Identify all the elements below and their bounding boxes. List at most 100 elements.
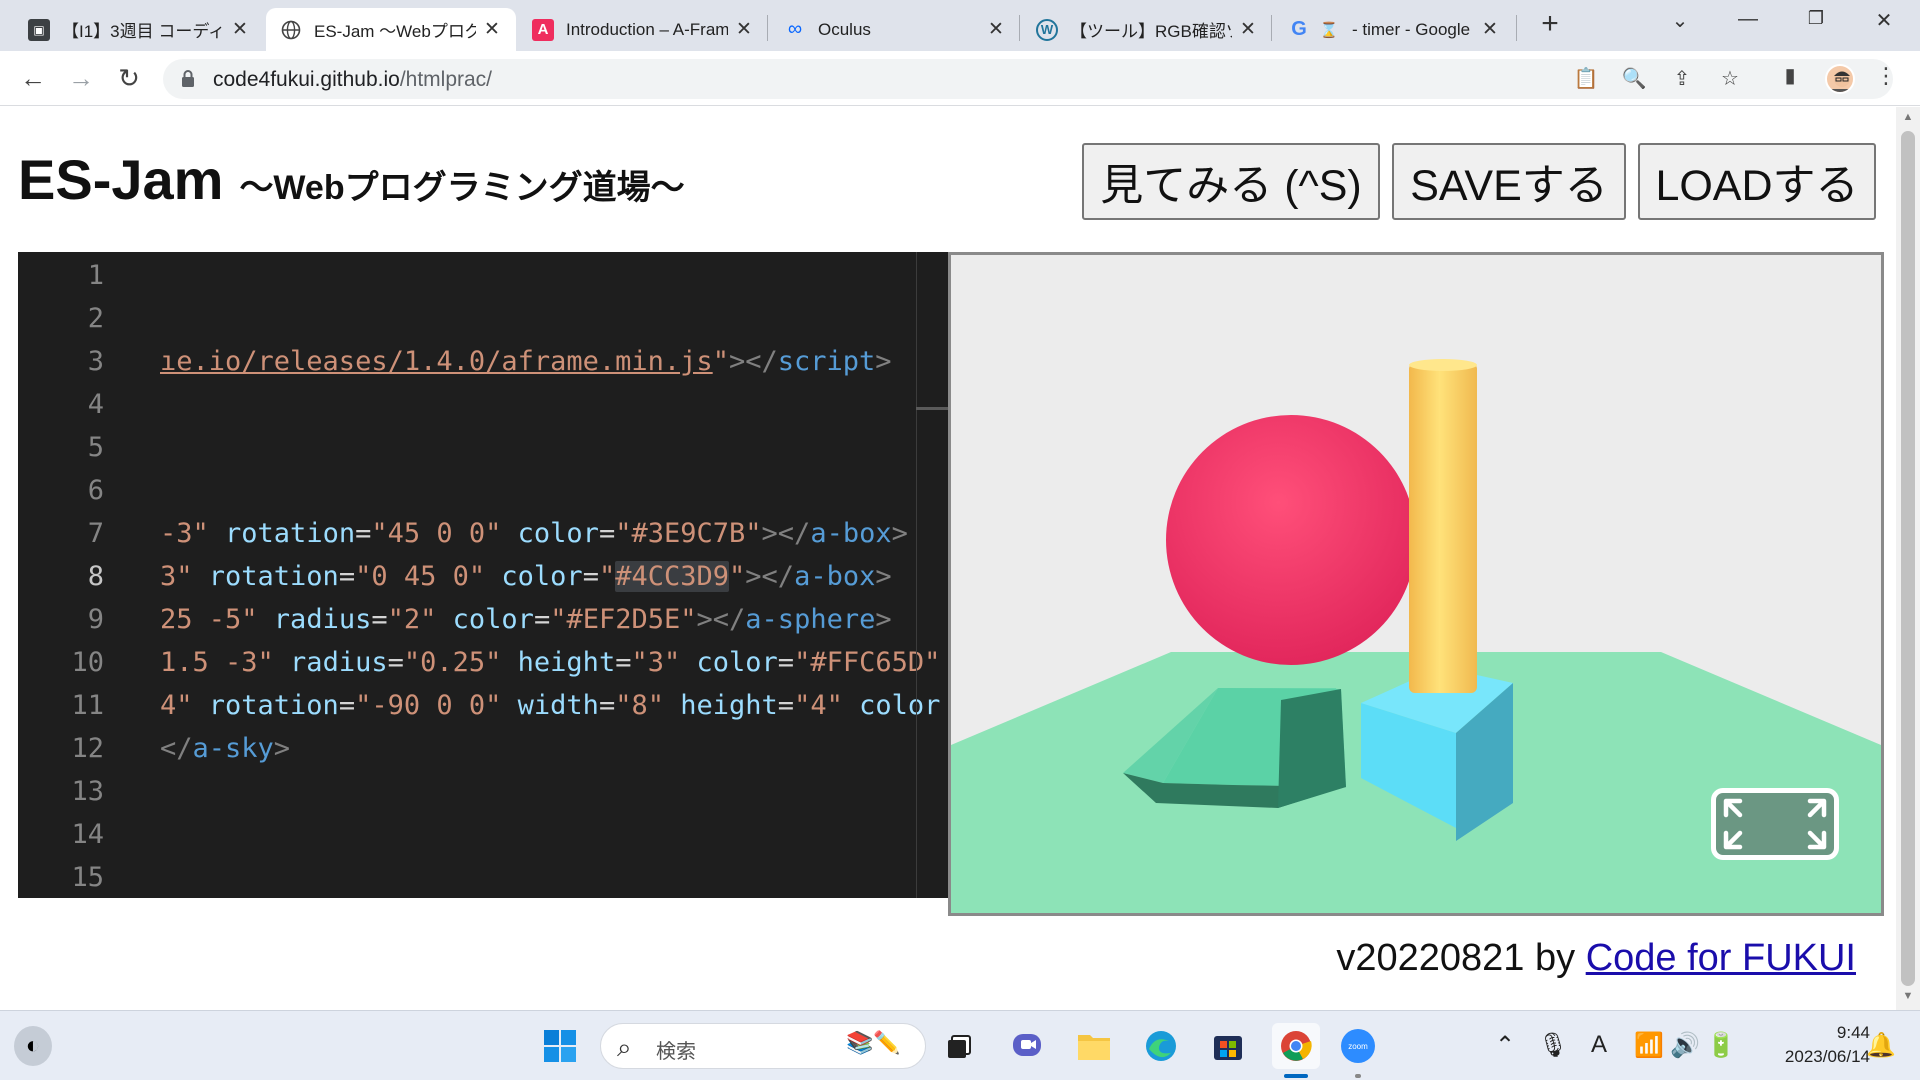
clock-time: 9:44	[1836, 1023, 1870, 1042]
close-icon[interactable]: ✕	[1238, 18, 1258, 41]
page-content: ES-Jam 〜Webプログラミング道場〜 見てみる (^S) SAVEする LO…	[0, 107, 1896, 1010]
code-token: 3"	[160, 561, 193, 592]
tab-oculus[interactable]: ∞ Oculus ✕	[770, 8, 1020, 51]
battery-icon[interactable]: 🔋	[1706, 1031, 1736, 1060]
minimize-icon[interactable]: —	[1728, 8, 1768, 38]
line-number: 4	[87, 389, 104, 420]
chrome-icon[interactable]	[1272, 1023, 1320, 1069]
line-number: 11	[71, 690, 104, 721]
more-menu-icon[interactable]: ⋮	[1875, 63, 1897, 93]
tab-aframe[interactable]: A Introduction – A-Frame ✕	[518, 8, 768, 51]
code-line[interactable]: 3" rotation="0 45 0" color="#4CC3D9"></a…	[160, 561, 892, 592]
code-line[interactable]: 4" rotation="-90 0 0" width="8" height="…	[160, 690, 940, 721]
search-icon: ⌕	[617, 1032, 632, 1062]
close-window-icon[interactable]: ✕	[1864, 8, 1904, 38]
volume-icon[interactable]: 🔊	[1670, 1031, 1700, 1060]
code-line[interactable]: -3" rotation="45 0 0" color="#3E9C7B"></…	[160, 518, 908, 549]
store-icon[interactable]	[1208, 1026, 1248, 1066]
back-arrow-icon[interactable]: ←	[18, 64, 48, 94]
close-icon[interactable]: ✕	[986, 18, 1006, 41]
page-subtitle: 〜Webプログラミング道場〜	[239, 169, 685, 207]
tab-separator	[767, 15, 768, 41]
code-token: "0.25"	[403, 647, 502, 678]
tab-label: 【I1】3週目 コーディング	[62, 22, 224, 41]
tab-search-chevron-icon[interactable]: ⌄	[1660, 8, 1700, 38]
profile-avatar[interactable]	[1825, 64, 1855, 94]
browser-tab-strip: ▣ 【I1】3週目 コーディング ✕ ES-Jam 〜Webプログラミング道場〜…	[0, 0, 1920, 51]
share-icon[interactable]: ⇪	[1669, 67, 1695, 93]
task-view-icon[interactable]	[940, 1026, 980, 1066]
view-button[interactable]: 見てみる (^S)	[1082, 143, 1380, 220]
browser-toolbar: ← → ↻ code4fukui.github.io/htmlprac/ 📋 🔍…	[0, 51, 1920, 106]
close-icon[interactable]: ✕	[734, 18, 754, 41]
lock-icon	[182, 70, 194, 87]
scroll-down-arrow-icon[interactable]: ▼	[1900, 990, 1916, 1006]
version-text: v20220821 by	[1336, 937, 1586, 979]
windows-start-icon[interactable]	[540, 1026, 580, 1066]
code-line[interactable]: ıe.io/releases/1.4.0/aframe.min.js"></sc…	[160, 346, 892, 377]
clipboard-icon[interactable]: 📋	[1573, 67, 1599, 93]
bookmark-star-icon[interactable]: ☆	[1717, 67, 1743, 93]
yellow-cylinder	[1409, 363, 1477, 693]
hourglass-icon: ⌛	[1319, 21, 1339, 39]
reload-icon[interactable]: ↻	[114, 64, 144, 94]
google-icon: G	[1291, 18, 1307, 40]
show-hidden-icons-chevron-icon[interactable]: ⌃	[1490, 1031, 1520, 1060]
code-token: =	[533, 604, 551, 635]
restore-icon[interactable]: ❐	[1796, 8, 1836, 38]
page-scrollbar[interactable]: ▲ ▼	[1896, 107, 1920, 1010]
editor-overview-ruler	[916, 252, 917, 898]
line-number: 12	[71, 733, 104, 764]
code-token: height	[501, 647, 616, 678]
code-token: "	[598, 561, 616, 592]
tab-label: ES-Jam 〜Webプログラミング道場〜	[314, 22, 476, 41]
close-icon[interactable]: ✕	[482, 18, 502, 41]
tab-label: - timer - Google	[1352, 19, 1471, 39]
zoom-icon[interactable]: 🔍	[1621, 67, 1647, 93]
line-number: 9	[87, 604, 104, 635]
code-editor[interactable]: 1 2 3 4 5 6 7 8 9 10 11 12 13 14 15 ıe.io/releases/1.4…	[18, 252, 948, 898]
save-button[interactable]: SAVEする	[1392, 143, 1626, 220]
preview-frame[interactable]	[948, 252, 1884, 916]
taskbar-clock[interactable]: 9:44 2023/06/14	[1752, 1021, 1870, 1069]
tab-classroom[interactable]: ▣ 【I1】3週目 コーディング ✕	[14, 8, 264, 51]
line-number: 14	[71, 819, 104, 850]
horizontal-scroll-marker[interactable]	[916, 407, 948, 410]
widgets-icon[interactable]: ◐	[14, 1026, 52, 1066]
code-line[interactable]: </a-sky>	[160, 733, 290, 764]
code-token: >	[875, 561, 892, 592]
edge-icon[interactable]	[1141, 1026, 1181, 1066]
address-bar[interactable]: code4fukui.github.io/htmlprac/ 📋 🔍 ⇪ ☆	[163, 59, 1893, 99]
tab-rgb-tool[interactable]: W 【ツール】RGB確認ツール ✕	[1022, 8, 1272, 51]
line-number: 13	[71, 776, 104, 807]
file-explorer-icon[interactable]	[1074, 1026, 1114, 1066]
scroll-up-arrow-icon[interactable]: ▲	[1900, 111, 1916, 127]
close-icon[interactable]: ✕	[1480, 18, 1500, 41]
microphone-icon[interactable]: 🎙	[1538, 1031, 1568, 1060]
teams-chat-icon[interactable]	[1007, 1026, 1047, 1066]
code-line[interactable]: 1.5 -3" radius="0.25" height="3" color="…	[160, 647, 940, 678]
wifi-icon[interactable]: 📶	[1634, 1031, 1664, 1060]
notification-bell-icon[interactable]: 🔔	[1866, 1031, 1896, 1060]
load-button[interactable]: LOADする	[1638, 143, 1876, 220]
code-for-fukui-link[interactable]: Code for FUKUI	[1586, 937, 1856, 979]
ime-mode-icon[interactable]: A	[1584, 1031, 1614, 1059]
code-token: -3"	[160, 518, 209, 549]
line-number: 8	[87, 561, 104, 592]
forward-arrow-icon[interactable]: →	[66, 64, 96, 94]
close-icon[interactable]: ✕	[230, 18, 250, 41]
tab-es-jam[interactable]: ES-Jam 〜Webプログラミング道場〜 ✕	[266, 8, 516, 51]
tab-timer[interactable]: G ⌛ - timer - Google ✕	[1274, 8, 1514, 51]
code-token: ></	[696, 604, 746, 635]
side-panel-icon[interactable]: ▮	[1777, 64, 1803, 90]
zoom-icon[interactable]: zoom	[1338, 1026, 1378, 1066]
code-token: "2"	[387, 604, 437, 635]
tab-label: 【ツール】RGB確認ツール	[1070, 22, 1232, 41]
scrollbar-thumb[interactable]	[1901, 131, 1915, 986]
fullscreen-button[interactable]	[1711, 788, 1839, 860]
code-area[interactable]: ıe.io/releases/1.4.0/aframe.min.js"></sc…	[160, 252, 940, 898]
code-line[interactable]: 25 -5" radius="2" color="#EF2D5E"></a-sp…	[160, 604, 892, 635]
new-tab-button[interactable]: +	[1535, 9, 1565, 40]
taskbar-search-box[interactable]: ⌕ 検索 📚✏️	[600, 1023, 926, 1069]
code-token: "8"	[615, 690, 664, 721]
